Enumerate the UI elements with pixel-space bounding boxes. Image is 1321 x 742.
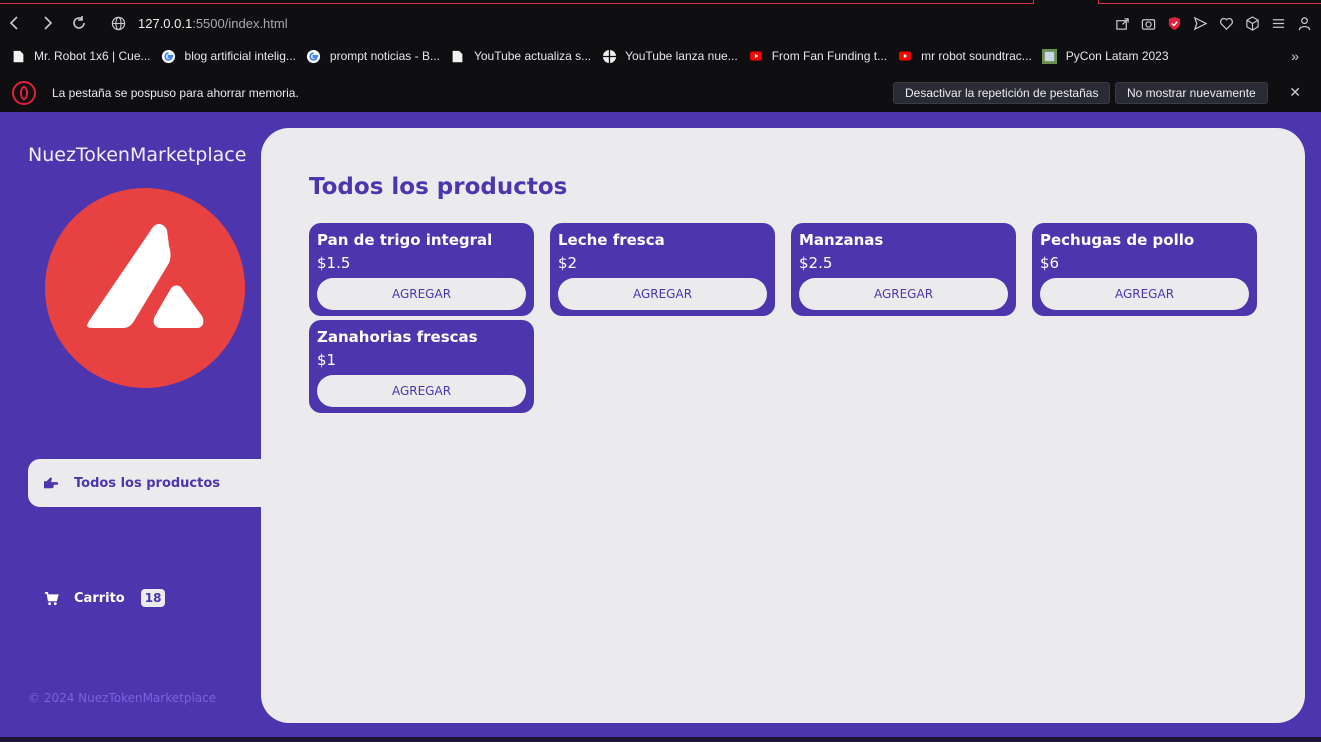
product-name: Manzanas [799, 231, 884, 249]
more-bookmarks-icon[interactable]: » [1291, 48, 1299, 64]
notice-text: La pestaña se pospuso para ahorrar memor… [52, 86, 299, 100]
add-to-cart-button[interactable]: AGREGAR [317, 278, 526, 310]
disable-tab-snooze-button[interactable]: Desactivar la repetición de pestañas [893, 82, 1111, 104]
logo-mark-icon [87, 224, 204, 328]
bookmark-item[interactable]: Mr. Robot 1x6 | Cue... [10, 48, 151, 64]
heart-icon[interactable] [1217, 14, 1235, 32]
product-card: Manzanas $2.5 AGREGAR [791, 223, 1016, 316]
product-card: Zanahorias frescas $1 AGREGAR [309, 320, 534, 413]
product-name: Pan de trigo integral [317, 231, 493, 249]
bookmark-label: YouTube actualiza s... [473, 49, 592, 63]
brand-title: NuezTokenMarketplace [28, 144, 247, 166]
tab-strip-left [0, 0, 1034, 4]
youtube-icon [897, 48, 913, 64]
url-path: :5500/index.html [192, 15, 288, 31]
bookmark-label: blog artificial intelig... [184, 49, 296, 63]
bookmark-label: PyCon Latam 2023 [1065, 49, 1169, 63]
product-price: $6 [1040, 254, 1060, 272]
bookmark-item[interactable]: blog artificial intelig... [161, 48, 296, 64]
product-card: Leche fresca $2 AGREGAR [550, 223, 775, 316]
bookmark-item[interactable]: PyCon Latam 2023 [1042, 48, 1169, 64]
shield-icon[interactable] [1165, 14, 1183, 32]
bookmark-item[interactable]: YouTube lanza nue... [601, 48, 738, 64]
bookmarks-bar: Mr. Robot 1x6 | Cue... blog artificial i… [0, 44, 1321, 68]
add-to-cart-button[interactable]: AGREGAR [317, 375, 526, 407]
add-to-cart-button[interactable]: AGREGAR [1040, 278, 1249, 310]
product-grid: Pan de trigo integral $1.5 AGREGAR Leche… [309, 223, 1257, 413]
tab-strip-right [1098, 0, 1321, 4]
bookmark-label: Mr. Robot 1x6 | Cue... [34, 49, 151, 63]
window-bottom-edge [0, 737, 1321, 742]
send-icon[interactable] [1191, 14, 1209, 32]
cart-count-badge: 18 [140, 589, 166, 607]
product-price: $1.5 [317, 254, 351, 272]
app-root: NuezTokenMarketplace Todos los productos… [0, 112, 1321, 742]
product-card: Pechugas de pollo $6 AGREGAR [1032, 223, 1257, 316]
back-icon[interactable] [0, 8, 30, 38]
product-price: $2 [558, 254, 578, 272]
bookmark-label: prompt noticias - B... [329, 49, 440, 63]
globe-icon [601, 48, 617, 64]
sidebar-item-label: Todos los productos [74, 475, 221, 491]
bookmark-item[interactable]: From Fan Funding t... [748, 48, 887, 64]
page-title: Todos los productos [309, 174, 568, 200]
product-price: $1 [317, 351, 337, 369]
sidebar-item-all-products[interactable]: Todos los productos [28, 459, 261, 507]
cube-icon[interactable] [1243, 14, 1261, 32]
product-name: Leche fresca [558, 231, 665, 249]
add-to-cart-button[interactable]: AGREGAR [558, 278, 767, 310]
close-icon[interactable]: ✕ [1289, 84, 1301, 101]
avalanche-logo [45, 188, 245, 388]
google-icon [306, 48, 322, 64]
tab-snoozed-notice: La pestaña se pospuso para ahorrar memor… [0, 78, 1321, 108]
sidebar-item-label: Carrito [74, 590, 125, 606]
sidebar-item-cart[interactable]: Carrito 18 [28, 574, 261, 622]
reload-icon[interactable] [64, 8, 94, 38]
bookmark-label: From Fan Funding t... [771, 49, 888, 63]
dont-show-again-button[interactable]: No mostrar nuevamente [1115, 82, 1268, 104]
product-price: $2.5 [799, 254, 833, 272]
google-icon [161, 48, 177, 64]
page-icon [10, 48, 26, 64]
toolbar-icons [1113, 8, 1313, 38]
camera-icon[interactable] [1139, 14, 1157, 32]
bookmark-item[interactable]: YouTube actualiza s... [450, 48, 591, 64]
main-content-panel: Todos los productos Pan de trigo integra… [261, 128, 1305, 723]
opera-logo-icon [12, 81, 36, 105]
url-host: 127.0.0.1 [138, 15, 193, 31]
browser-chrome: 127.0.0.1:5500/index.html Mr. Robot 1x6 … [0, 0, 1321, 112]
page-icon [450, 48, 466, 64]
bookmark-item[interactable]: prompt noticias - B... [306, 48, 440, 64]
product-card: Pan de trigo integral $1.5 AGREGAR [309, 223, 534, 316]
product-name: Zanahorias frescas [317, 328, 478, 346]
site-info-icon[interactable] [106, 16, 130, 31]
settings-sliders-icon[interactable] [1269, 14, 1287, 32]
add-to-cart-button[interactable]: AGREGAR [799, 278, 1008, 310]
url-field[interactable]: 127.0.0.1:5500/index.html [138, 16, 288, 31]
share-icon[interactable] [1113, 14, 1131, 32]
bookmark-label: mr robot soundtrac... [921, 49, 1032, 63]
forward-icon[interactable] [32, 8, 62, 38]
hand-point-icon [42, 474, 60, 492]
bookmark-label: YouTube lanza nue... [625, 49, 738, 63]
footer-copyright: © 2024 NuezTokenMarketplace [28, 691, 217, 705]
bookmark-item[interactable]: mr robot soundtrac... [897, 48, 1032, 64]
image-icon [1042, 48, 1058, 64]
shopping-cart-icon [42, 589, 60, 607]
product-name: Pechugas de pollo [1040, 231, 1195, 249]
address-bar-row: 127.0.0.1:5500/index.html [0, 8, 1321, 38]
profile-icon[interactable] [1295, 14, 1313, 32]
youtube-icon [748, 48, 764, 64]
